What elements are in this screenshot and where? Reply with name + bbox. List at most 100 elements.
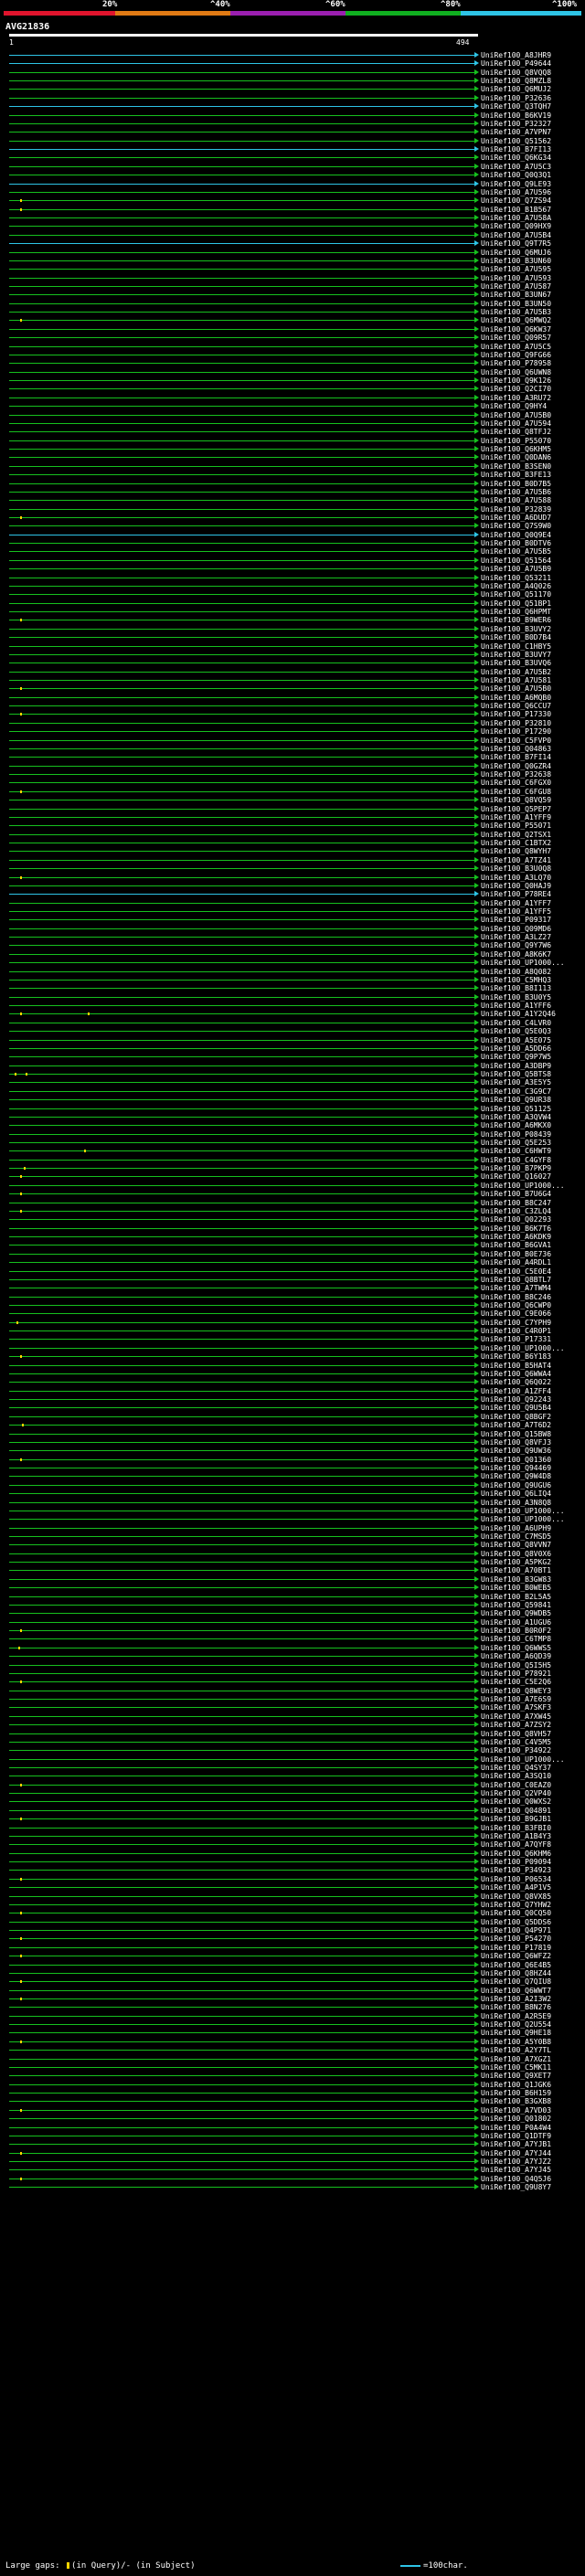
hit-label[interactable]: UniRef100_C5E2Q6	[481, 1678, 551, 1687]
hit-label[interactable]: UniRef100_A4P1V5	[481, 1883, 551, 1892]
hit-alignment-bar[interactable]	[9, 731, 474, 732]
hit-alignment-bar[interactable]	[9, 1528, 474, 1529]
hit-alignment-bar[interactable]	[9, 654, 474, 655]
hit-alignment-bar[interactable]	[9, 1818, 474, 1819]
hit-alignment-bar[interactable]	[9, 1450, 474, 1451]
hit-alignment-bar[interactable]	[9, 1853, 474, 1854]
hit-alignment-bar[interactable]	[9, 954, 474, 955]
hit-alignment-bar[interactable]	[9, 1810, 474, 1811]
hit-alignment-bar[interactable]	[9, 988, 474, 989]
hit-label[interactable]: UniRef100_A7U5B0	[481, 684, 551, 694]
hit-label[interactable]: UniRef100_Q9P7W5	[481, 1053, 551, 1062]
hit-alignment-bar[interactable]	[9, 2153, 474, 2154]
hit-alignment-bar[interactable]	[9, 560, 474, 561]
hit-label[interactable]: UniRef100_Q8VQ59	[481, 796, 551, 805]
hit-label[interactable]: UniRef100_A3E5Y5	[481, 1078, 551, 1087]
hit-label[interactable]: UniRef100_A4RDL1	[481, 1258, 551, 1267]
hit-alignment-bar[interactable]	[9, 611, 474, 612]
hit-alignment-bar[interactable]	[9, 278, 474, 279]
hit-label[interactable]: UniRef100_A7U5B9	[481, 565, 551, 574]
hit-alignment-bar[interactable]	[9, 1339, 474, 1340]
hit-alignment-bar[interactable]	[9, 1990, 474, 1991]
hit-label[interactable]: UniRef100_Q51170	[481, 590, 551, 599]
hit-label[interactable]: UniRef100_Q6Q022	[481, 1378, 551, 1387]
hit-alignment-bar[interactable]	[9, 586, 474, 587]
hit-label[interactable]: UniRef100_Q9WDB5	[481, 1609, 551, 1618]
hit-alignment-bar[interactable]	[9, 483, 474, 484]
hit-alignment-bar[interactable]	[9, 1185, 474, 1186]
hit-alignment-bar[interactable]	[9, 1356, 474, 1357]
hit-alignment-bar[interactable]	[9, 1425, 474, 1426]
hit-label[interactable]: UniRef100_C9E066	[481, 1309, 551, 1319]
hit-label[interactable]: UniRef100_B7U6G4	[481, 1190, 551, 1199]
hit-alignment-bar[interactable]	[9, 132, 474, 133]
hit-alignment-bar[interactable]	[9, 1836, 474, 1837]
hit-alignment-bar[interactable]	[9, 2187, 474, 2188]
hit-alignment-bar[interactable]	[9, 1442, 474, 1443]
hit-alignment-bar[interactable]	[9, 1861, 474, 1862]
hit-alignment-bar[interactable]	[9, 714, 474, 715]
hit-alignment-bar[interactable]	[9, 825, 474, 826]
hit-alignment-bar[interactable]	[9, 243, 474, 244]
hit-alignment-bar[interactable]	[9, 1896, 474, 1897]
hit-alignment-bar[interactable]	[9, 2093, 474, 2094]
hit-alignment-bar[interactable]	[9, 303, 474, 304]
hit-alignment-bar[interactable]	[9, 1262, 474, 1263]
hit-alignment-bar[interactable]	[9, 980, 474, 981]
hit-label[interactable]: UniRef100_B3FE13	[481, 471, 551, 480]
hit-label[interactable]: UniRef100_A7YJ45	[481, 2166, 551, 2175]
hit-alignment-bar[interactable]	[9, 971, 474, 972]
hit-alignment-bar[interactable]	[9, 200, 474, 201]
hit-label[interactable]: UniRef100_P34922	[481, 1746, 551, 1755]
hit-alignment-bar[interactable]	[9, 1519, 474, 1520]
hit-alignment-bar[interactable]	[9, 962, 474, 963]
hit-alignment-bar[interactable]	[9, 646, 474, 647]
hit-alignment-bar[interactable]	[9, 1091, 474, 1092]
hit-label[interactable]: UniRef100_B8I113	[481, 984, 551, 993]
hit-alignment-bar[interactable]	[9, 1553, 474, 1554]
hit-alignment-bar[interactable]	[9, 1297, 474, 1298]
hit-alignment-bar[interactable]	[9, 2101, 474, 2102]
hit-label[interactable]: UniRef100_A3SQ10	[481, 1772, 551, 1781]
hit-alignment-bar[interactable]	[9, 269, 474, 270]
hit-label[interactable]: UniRef100_Q02293	[481, 1215, 551, 1224]
hit-label[interactable]: UniRef100_P17331	[481, 1335, 551, 1344]
hit-alignment-bar[interactable]	[9, 551, 474, 552]
hit-alignment-bar[interactable]	[9, 1193, 474, 1194]
hit-label[interactable]: UniRef100_A7SKF3	[481, 1703, 551, 1712]
hit-label[interactable]: UniRef100_A7U5B5	[481, 547, 551, 557]
hit-alignment-bar[interactable]	[9, 1707, 474, 1708]
hit-alignment-bar[interactable]	[9, 1665, 474, 1666]
hit-label[interactable]: UniRef100_B7FI14	[481, 753, 551, 762]
hit-alignment-bar[interactable]	[9, 1391, 474, 1392]
hit-alignment-bar[interactable]	[9, 1930, 474, 1931]
hit-alignment-bar[interactable]	[9, 1245, 474, 1246]
hit-alignment-bar[interactable]	[9, 1236, 474, 1237]
hit-label[interactable]: UniRef100_P17330	[481, 710, 551, 719]
hit-alignment-bar[interactable]	[9, 1108, 474, 1109]
hit-label[interactable]: UniRef100_A7U595	[481, 265, 551, 274]
hit-alignment-bar[interactable]	[9, 928, 474, 929]
hit-alignment-bar[interactable]	[9, 860, 474, 861]
hit-alignment-bar[interactable]	[9, 226, 474, 227]
hit-alignment-bar[interactable]	[9, 680, 474, 681]
hit-alignment-bar[interactable]	[9, 1947, 474, 1948]
hit-label[interactable]: UniRef100_B3UN67	[481, 291, 551, 300]
hit-alignment-bar[interactable]	[9, 2007, 474, 2008]
hit-alignment-bar[interactable]	[9, 1793, 474, 1794]
hit-alignment-bar[interactable]	[9, 1673, 474, 1674]
hit-alignment-bar[interactable]	[9, 1613, 474, 1614]
hit-alignment-bar[interactable]	[9, 63, 474, 64]
hit-alignment-bar[interactable]	[9, 192, 474, 193]
hit-alignment-bar[interactable]	[9, 1716, 474, 1717]
hit-label[interactable]: UniRef100_Q9T7R5	[481, 239, 551, 249]
hit-alignment-bar[interactable]	[9, 868, 474, 869]
hit-label[interactable]: UniRef100_A2Y7TL	[481, 2046, 551, 2055]
hit-label[interactable]: UniRef100_P34923	[481, 1866, 551, 1875]
hit-label[interactable]: UniRef100_Q0Q3Q1	[481, 171, 551, 180]
hit-label[interactable]: UniRef100_Q09R57	[481, 334, 551, 343]
hit-alignment-bar[interactable]	[9, 782, 474, 783]
hit-alignment-bar[interactable]	[9, 774, 474, 775]
hit-alignment-bar[interactable]	[9, 1922, 474, 1923]
hit-alignment-bar[interactable]	[9, 1065, 474, 1066]
